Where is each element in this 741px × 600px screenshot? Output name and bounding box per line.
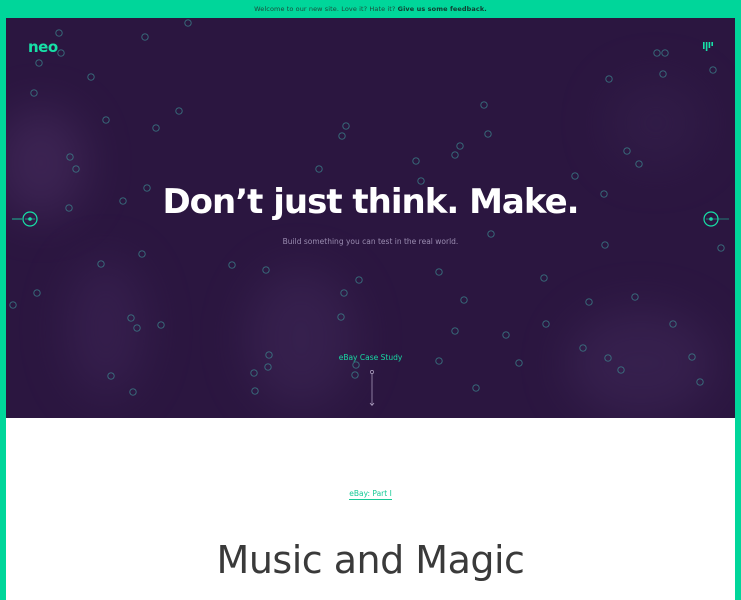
particle-ring [152,124,160,132]
particle-ring [251,387,259,395]
particle-ring [97,260,105,268]
particle-ring [228,261,236,269]
particle-ring [502,331,510,339]
particle-ring [451,151,459,159]
section-tag-link[interactable]: eBay: Part I [349,489,392,500]
feedback-link[interactable]: Give us some feedback. [398,5,487,13]
particle-ring [315,165,323,173]
particle-ring [351,371,359,379]
neo-logo[interactable]: neo [28,38,58,56]
particle-ring [66,153,74,161]
particle-ring [250,369,258,377]
particle-ring [138,250,146,258]
particle-ring [460,296,468,304]
announcement-bar: Welcome to our new site. Love it? Hate i… [0,0,741,18]
particle-ring [456,142,464,150]
particle-ring [480,101,488,109]
particle-ring [175,107,183,115]
particle-ring [571,172,579,180]
particle-ring [540,274,548,282]
particle-ring [484,130,492,138]
particle-ring [579,344,587,352]
particle-ring [542,320,550,328]
particle-ring [342,122,350,130]
particle-ring [635,160,643,168]
menu-bars-icon[interactable] [703,42,713,51]
particle-ring [338,132,346,140]
particle-ring [55,29,63,37]
scroll-down-line-icon[interactable] [368,369,376,407]
particle-ring [472,384,480,392]
particle-ring [352,361,360,369]
hero-headline: Don’t just think. Make. [162,182,579,222]
particle-ring [129,388,137,396]
particle-ring [435,268,443,276]
particle-ring [412,157,420,165]
particle-ring [653,49,661,57]
particle-ring [262,266,270,274]
hero-section: neo Don’t just think. Make. Build someth… [6,18,735,418]
particle-ring [33,289,41,297]
particle-ring [141,33,149,41]
particle-ring [87,73,95,81]
content-section: eBay: Part I Music and Magic [6,418,735,600]
particle-ring [661,49,669,57]
particle-ring [605,75,613,83]
particle-ring [623,147,631,155]
particle-ring [355,276,363,284]
particle-ring [102,116,110,124]
particle-ring [157,321,165,329]
announcement-text: Welcome to our new site. Love it? Hate i… [254,5,398,13]
particle-ring [30,89,38,97]
particle-ring [340,289,348,297]
particle-ring [631,293,639,301]
particle-ring [337,313,345,321]
particle-ring [57,49,65,57]
hero-subheadline: Build something you can test in the real… [282,237,459,246]
particle-ring [184,19,192,27]
particle-ring [133,324,141,332]
particle-ring [696,378,704,386]
page-frame: Welcome to our new site. Love it? Hate i… [0,0,741,600]
section-tag: eBay: Part I [6,489,735,500]
particle-ring [617,366,625,374]
particle-ring [9,301,17,309]
particle-ring [451,327,459,335]
particle-ring [669,320,677,328]
section-title: Music and Magic [216,538,525,582]
particle-ring [127,314,135,322]
particle-ring [72,165,80,173]
particle-ring [709,66,717,74]
particle-ring [107,372,115,380]
particle-ring [585,298,593,306]
particle-ring [35,59,43,67]
particle-ring [659,70,667,78]
particle-ring [264,363,272,371]
case-study-link[interactable]: eBay Case Study [6,353,735,362]
